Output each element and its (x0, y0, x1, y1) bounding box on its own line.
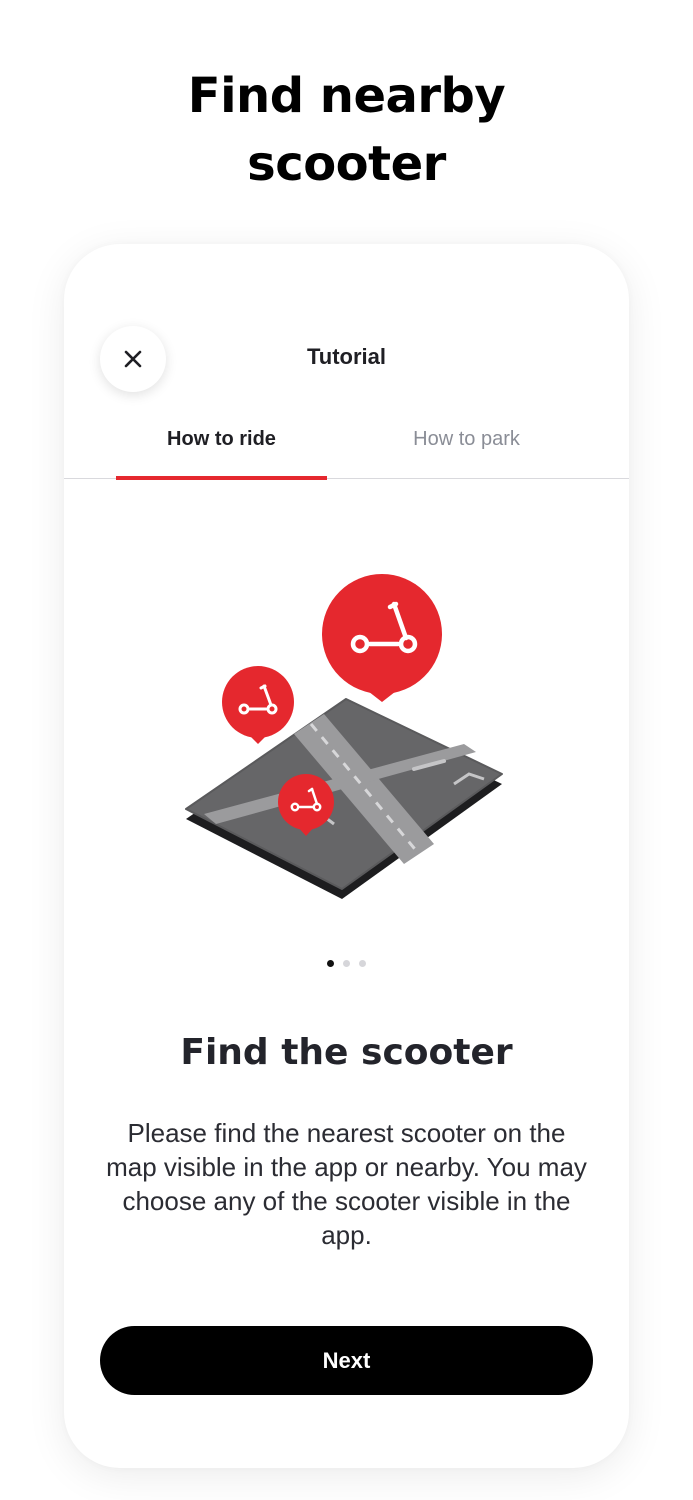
next-button[interactable]: Next (100, 1326, 593, 1395)
tab-how-to-park-label: How to park (413, 428, 520, 450)
step-title: Find the scooter (180, 1032, 513, 1073)
step-description: Please find the nearest scooter on the m… (106, 1118, 587, 1250)
next-button-label: Next (322, 1347, 371, 1373)
tab-how-to-ride-label: How to ride (167, 428, 276, 450)
page-headline: Find nearby scooter (0, 62, 693, 198)
scooter-pin-large (322, 574, 442, 702)
map-tile (185, 698, 503, 899)
tab-how-to-park[interactable]: How to park (361, 414, 572, 478)
map-illustration (185, 574, 503, 899)
pagination-dot[interactable] (343, 960, 350, 967)
active-tab-indicator (116, 476, 327, 480)
headline-line-1: Find nearby (187, 68, 506, 124)
tab-how-to-ride[interactable]: How to ride (116, 414, 327, 478)
pagination-dots (64, 960, 629, 967)
scooter-pin-medium (222, 666, 294, 744)
tab-bar: How to ride How to park (64, 414, 629, 480)
pagination-dot[interactable] (359, 960, 366, 967)
tutorial-card: Tutorial How to ride How to park Find th… (64, 244, 629, 1468)
pagination-dot-active[interactable] (327, 960, 334, 967)
tutorial-title: Tutorial (306, 344, 387, 369)
headline-line-2: scooter (247, 136, 446, 192)
